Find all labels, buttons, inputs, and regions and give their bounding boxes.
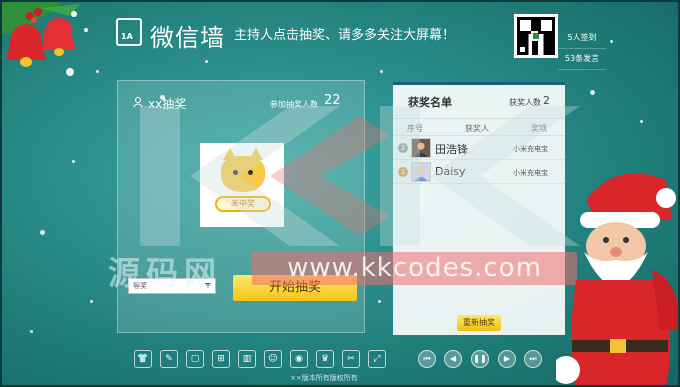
snowflake: [40, 230, 45, 235]
first-icon[interactable]: ⏮: [418, 350, 436, 368]
winners-count: 2: [543, 94, 550, 107]
users-icon[interactable]: ☺: [264, 350, 282, 368]
column-prize: 奖项: [531, 124, 547, 133]
participants-label: 参加抽奖人数: [270, 100, 318, 109]
qr-code: [514, 14, 558, 58]
snowflake: [380, 70, 383, 73]
gift-icon[interactable]: ⊞: [212, 350, 230, 368]
lottery-title: xx抽奖: [148, 97, 187, 111]
snowflake: [30, 330, 33, 333]
winner-name: 田浩锋: [435, 143, 468, 156]
winner-prize: 小米充电宝: [513, 145, 548, 153]
santa-claus-decoration: [556, 173, 680, 387]
watermark-cn-text: 源码网: [108, 254, 223, 292]
snowflake: [590, 90, 595, 95]
row-index: 1: [398, 167, 408, 177]
host-marquee: 主持人点击抽奖、请多多关注大屏幕！: [234, 28, 456, 43]
logo-number: 1A: [121, 32, 133, 41]
watermark-url: www.kkcodes.com: [252, 252, 577, 285]
shirt-icon[interactable]: 👕: [134, 350, 152, 368]
signin-count: 5人签到: [558, 28, 606, 49]
winner-prize: 小米充电宝: [513, 169, 548, 177]
pen-icon[interactable]: ✎: [160, 350, 178, 368]
user-icon: [133, 97, 143, 108]
stats-box: 5人签到 53条发言: [558, 28, 606, 70]
winners-title: 获奖名单: [408, 96, 452, 109]
winner-avatar: [411, 138, 431, 158]
not-won-badge: 未中奖: [215, 196, 271, 212]
fullscreen-icon[interactable]: ⤢: [368, 350, 386, 368]
christmas-bells-decoration: [0, 0, 88, 76]
winner-avatar: [411, 162, 431, 182]
row-index: 2: [398, 143, 408, 153]
cup-icon[interactable]: ♛: [316, 350, 334, 368]
winners-panel: 获奖名单 获奖人数 2 序号 获奖人 奖项 2 田浩锋 小米充电宝 1 Dais…: [393, 82, 565, 335]
snowflake: [378, 300, 381, 303]
qr-code-pattern: [517, 17, 555, 55]
disc-icon[interactable]: ◉: [290, 350, 308, 368]
prev-icon[interactable]: ◀: [444, 350, 462, 368]
winner-name: Daisy: [435, 165, 466, 178]
copyright-footer: ××版本所有版权所有: [290, 374, 358, 382]
frame-icon[interactable]: ▢: [186, 350, 204, 368]
column-index: 序号: [407, 124, 423, 133]
last-icon[interactable]: ⏭: [524, 350, 542, 368]
message-count: 53条发言: [558, 49, 606, 70]
lottery-avatar-frame: 未中奖: [200, 143, 284, 227]
header: 1A 微信墙 主持人点击抽奖、请多多关注大屏幕！ 5人签到 53条发言: [110, 10, 606, 70]
winners-count-label: 获奖人数: [509, 98, 541, 107]
pause-icon[interactable]: ❚❚: [471, 350, 489, 368]
table-row: 2 田浩锋 小米充电宝: [393, 136, 565, 160]
wechat-wall-logo-icon: 1A: [116, 18, 142, 46]
snowflake: [72, 160, 75, 163]
column-winner: 获奖人: [465, 124, 489, 133]
next-icon[interactable]: ▶: [498, 350, 516, 368]
winners-header: 获奖名单 获奖人数 2: [393, 85, 565, 115]
app-title: 微信墙: [150, 24, 225, 52]
winners-table-header: 序号 获奖人 奖项: [393, 118, 565, 136]
snowflake: [205, 60, 208, 63]
table-row: 1 Daisy 小米充电宝: [393, 160, 565, 184]
chart-icon[interactable]: ▥: [238, 350, 256, 368]
snowflake: [610, 40, 613, 43]
cat-mascot-icon: [221, 148, 265, 192]
ticket-icon[interactable]: ✂: [342, 350, 360, 368]
snowflake: [640, 120, 643, 123]
lottery-panel: xx抽奖 参加抽奖人数 22 未中奖 等奖 开始抽奖: [117, 80, 365, 333]
lottery-header: xx抽奖 参加抽奖人数 22: [118, 93, 364, 115]
participants-count: 22: [324, 93, 341, 108]
snowflake: [90, 300, 93, 303]
redraw-button[interactable]: 重新抽奖: [457, 315, 501, 331]
